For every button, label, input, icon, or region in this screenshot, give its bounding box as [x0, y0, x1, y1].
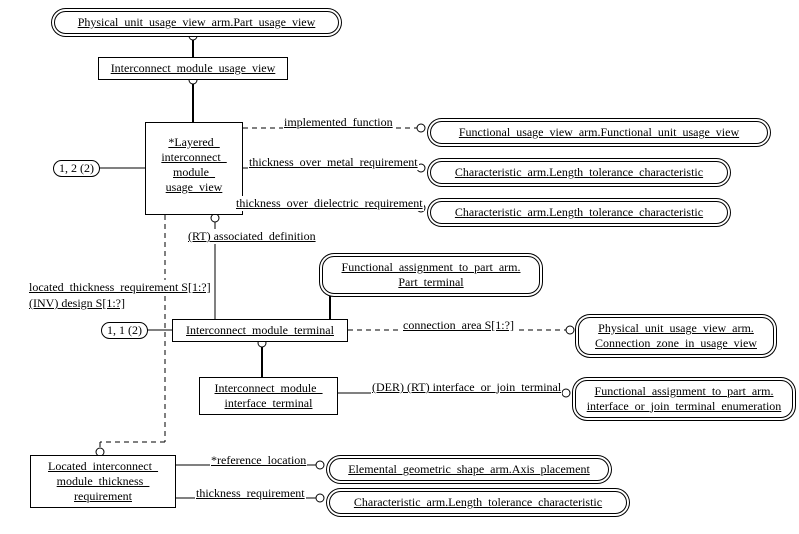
label-thickness-over-metal: thickness_over_metal_requirement	[248, 155, 419, 170]
entity-interface-or-join-terminal-enum: Functional_assignment_to_part_arm.interf…	[575, 380, 793, 418]
entity-interconnect-module-usage-view: Interconnect_module_usage_view	[98, 57, 288, 80]
pagelink-1-2-2: 1, 2 (2)	[53, 160, 100, 177]
entity-fapt-part-terminal: Functional_assignment_to_part_arm.Part_t…	[322, 256, 540, 294]
label-associated-definition: (RT) associated_definition	[187, 229, 317, 244]
entity-characteristic-2: Characteristic_arm.Length_tolerance_char…	[430, 201, 728, 224]
entity-functional-usage-view: Functional_usage_view_arm.Functional_uni…	[430, 121, 768, 144]
label-located-thickness-requirement: located_thickness_requirement S[1:?]	[28, 280, 212, 295]
label-inv-design: (INV) design S[1:?]	[28, 296, 126, 311]
label-connection-area: connection_area S[1:?]	[402, 318, 515, 333]
entity-connection-zone: Physical_unit_usage_view_arm.Connection_…	[578, 317, 774, 355]
entity-located-interconnect-module-thickness-requirement: Located_interconnect_module_thickness_re…	[30, 455, 176, 508]
entity-characteristic-3: Characteristic_arm.Length_tolerance_char…	[329, 491, 627, 514]
entity-layered-interconnect-module-usage-view: *Layered_ interconnect_ module_ usage_vi…	[145, 122, 243, 215]
label-thickness-requirement: thickness_requirement	[195, 486, 306, 501]
label-der-rt-interface-or-join-terminal: (DER) (RT) interface_or_join_terminal	[371, 380, 562, 395]
entity-elemental-geometric-shape: Elemental_geometric_shape_arm.Axis_place…	[329, 458, 609, 481]
entity-physical-unit-usage-view: Physical_unit_usage_view_arm.Part_usage_…	[54, 11, 339, 34]
entity-interconnect-module-interface-terminal: Interconnect_module_interface_terminal	[199, 377, 338, 415]
label-implemented-function: implemented_function	[283, 115, 394, 130]
entity-interconnect-module-terminal: Interconnect_module_terminal	[172, 319, 348, 342]
label-reference-location: *reference_location	[210, 453, 307, 468]
pagelink-1-1-2: 1, 1 (2)	[101, 322, 148, 339]
label-thickness-over-dielectric: thickness_over_dielectric_requirement	[235, 196, 424, 211]
entity-characteristic-1: Characteristic_arm.Length_tolerance_char…	[430, 161, 728, 184]
